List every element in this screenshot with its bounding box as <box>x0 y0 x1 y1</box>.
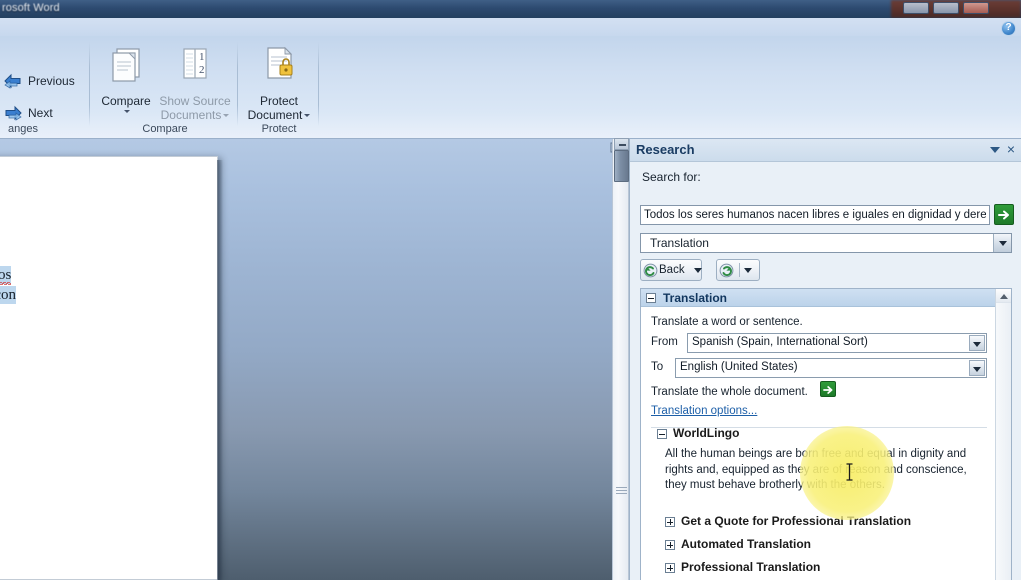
to-row: To English (United States) <box>651 358 987 378</box>
previous-change-label: Previous <box>28 74 75 88</box>
chevron-down-icon[interactable] <box>969 335 985 351</box>
chevron-down-icon[interactable] <box>969 360 985 376</box>
scroll-up-button[interactable] <box>614 138 629 150</box>
close-icon[interactable]: × <box>1003 141 1019 157</box>
document-text-block: s y, dotados los unos con <box>0 265 141 305</box>
next-change-icon <box>3 104 23 122</box>
compare-dropdown-arrow[interactable] <box>96 108 156 116</box>
scrollbar-thumb[interactable] <box>614 150 629 182</box>
ribbon-group-label-compare: Compare <box>142 123 188 135</box>
maximize-restore-button[interactable] <box>933 2 959 14</box>
forward-history-dropdown-icon[interactable] <box>744 267 752 273</box>
from-label: From <box>651 336 678 348</box>
search-row <box>640 204 1014 225</box>
previous-change-button[interactable]: Previous <box>0 68 78 94</box>
ribbon-group-compare: Compare 1 2 Show Source Documents Compar… <box>92 38 238 137</box>
translation-section-header[interactable]: Translation <box>641 289 997 307</box>
next-change-label: Next <box>28 106 53 120</box>
professional-translation-link[interactable]: Professional Translation <box>681 560 820 574</box>
ribbon-group-label-protect: Protect <box>261 123 297 135</box>
back-button[interactable]: Back <box>640 259 702 281</box>
research-pane-title: Research <box>636 142 695 157</box>
collapse-icon[interactable] <box>646 293 656 303</box>
research-service-value: Translation <box>650 236 709 250</box>
ribbon: Previous Next anges <box>0 18 1021 139</box>
back-button-label: Back <box>659 264 685 276</box>
protect-document-button[interactable]: Protect Document <box>240 44 318 122</box>
translate-whole-document-label: Translate the whole document. <box>651 386 808 398</box>
protect-document-label-text: Document <box>247 108 303 122</box>
research-pane-body: Search for: Translation <box>630 162 1021 580</box>
from-language-value: Spanish (Spain, International Sort) <box>692 336 868 348</box>
help-icon[interactable] <box>1002 21 1015 35</box>
document-line-2: los unos con <box>0 285 141 305</box>
forward-button[interactable] <box>716 259 760 281</box>
chevron-down-icon[interactable] <box>990 147 1000 153</box>
from-row: From Spanish (Spain, International Sort) <box>651 333 987 353</box>
misspelled-word-1: dotados <box>0 267 12 285</box>
research-results-area: Translation Translate a word or sentence… <box>640 288 1012 580</box>
ribbon-group-protect: Protect Document Protect <box>240 38 318 137</box>
divider <box>739 263 740 277</box>
get-a-quote-link[interactable]: Get a Quote for Professional Translation <box>681 514 911 528</box>
ribbon-group-divider <box>89 42 90 126</box>
show-source-documents-label-text: Documents <box>160 108 222 122</box>
translation-result-text: All the human beings are born free and e… <box>665 448 967 491</box>
document-vertical-scrollbar[interactable] <box>612 138 629 580</box>
ribbon-group-divider-3 <box>318 42 319 126</box>
show-source-documents-button[interactable]: 1 2 Show Source Documents <box>154 44 236 122</box>
protect-document-label-line1: Protect <box>259 94 298 108</box>
protect-document-label-line2: Document <box>240 108 318 122</box>
translation-section-title: Translation <box>663 291 728 305</box>
back-arrow-icon <box>643 263 658 278</box>
previous-change-icon <box>3 72 23 90</box>
automated-translation-link[interactable]: Automated Translation <box>681 537 811 551</box>
translation-options-link[interactable]: Translation options... <box>651 405 757 417</box>
to-label: To <box>651 361 664 373</box>
to-language-select[interactable]: English (United States) <box>675 358 987 378</box>
research-service-select[interactable]: Translation <box>640 233 1012 253</box>
split-window-handle[interactable] <box>616 487 627 495</box>
worldlingo-collapse-icon[interactable] <box>657 429 667 439</box>
word-application-window: rosoft Word ? Previous Next anges Compar… <box>0 0 1021 580</box>
ribbon-group-label-changes: anges <box>8 123 38 135</box>
expand-icon[interactable] <box>665 517 675 527</box>
results-scrollbar[interactable] <box>995 289 1011 580</box>
ribbon-tab-strip <box>0 18 1021 36</box>
show-source-documents-icon: 1 2 <box>154 44 236 91</box>
window-titlebar: rosoft Word <box>0 0 1021 18</box>
forward-arrow-icon <box>719 263 734 278</box>
ribbon-group-divider-2 <box>237 42 238 126</box>
document-page[interactable]: s y, dotados los unos con <box>0 156 223 580</box>
minimize-button[interactable] <box>903 2 929 14</box>
chevron-down-icon[interactable] <box>993 234 1011 252</box>
svg-text:2: 2 <box>199 64 205 76</box>
translate-whole-document-button[interactable] <box>820 381 836 397</box>
research-task-pane: Research × Search for: Translation <box>629 139 1021 580</box>
compare-documents-icon <box>96 44 156 91</box>
protect-document-icon <box>240 44 318 91</box>
compare-button-label: Compare <box>101 94 151 108</box>
compare-button[interactable]: Compare <box>96 44 156 116</box>
worldlingo-provider-title: WorldLingo <box>673 426 740 440</box>
search-for-label: Search for: <box>642 170 701 184</box>
document-line-1: s y, dotados <box>0 265 141 285</box>
to-language-value: English (United States) <box>680 361 798 373</box>
show-source-documents-label-line2: Documents <box>154 108 236 122</box>
from-language-select[interactable]: Spanish (Spain, International Sort) <box>687 333 987 353</box>
start-searching-button[interactable] <box>994 204 1014 225</box>
svg-text:1: 1 <box>199 51 205 63</box>
show-source-documents-label-line1: Show Source <box>159 94 231 108</box>
research-pane-header: Research × <box>630 139 1021 162</box>
expand-icon[interactable] <box>665 540 675 550</box>
back-history-dropdown-icon[interactable] <box>693 267 702 273</box>
translate-instruction: Translate a word or sentence. <box>651 316 803 328</box>
ribbon-group-changes: Previous Next anges <box>0 38 88 137</box>
close-window-button[interactable] <box>963 2 989 14</box>
search-input[interactable] <box>640 205 990 225</box>
window-title: rosoft Word <box>2 2 60 14</box>
expand-icon[interactable] <box>665 563 675 573</box>
scroll-up-button[interactable] <box>996 289 1011 303</box>
